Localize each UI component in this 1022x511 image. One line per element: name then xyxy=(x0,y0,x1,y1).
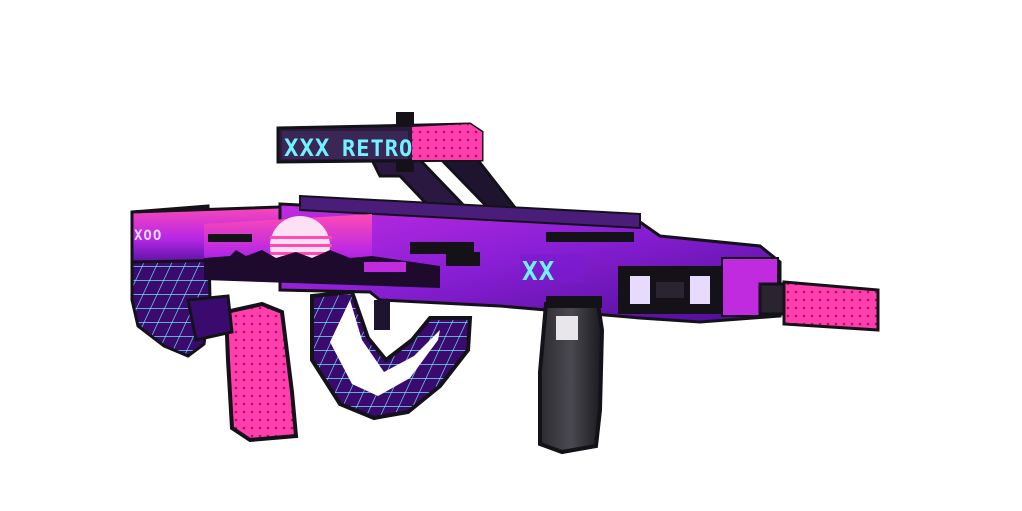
stock-label: XOO xyxy=(134,228,162,244)
rear-grip xyxy=(186,294,299,443)
barrel xyxy=(758,280,880,332)
weapon-render: XXX RETRO XOO XX xyxy=(0,0,1022,511)
rifle-illustration: XXX RETRO XOO XX xyxy=(130,112,880,455)
scope-label-left: XXX xyxy=(284,134,330,162)
receiver xyxy=(204,194,782,324)
receiver-label: XX xyxy=(522,257,555,287)
foregrip xyxy=(538,296,605,455)
scope-label-right: RETRO xyxy=(342,137,413,162)
trigger-guard xyxy=(310,289,473,421)
